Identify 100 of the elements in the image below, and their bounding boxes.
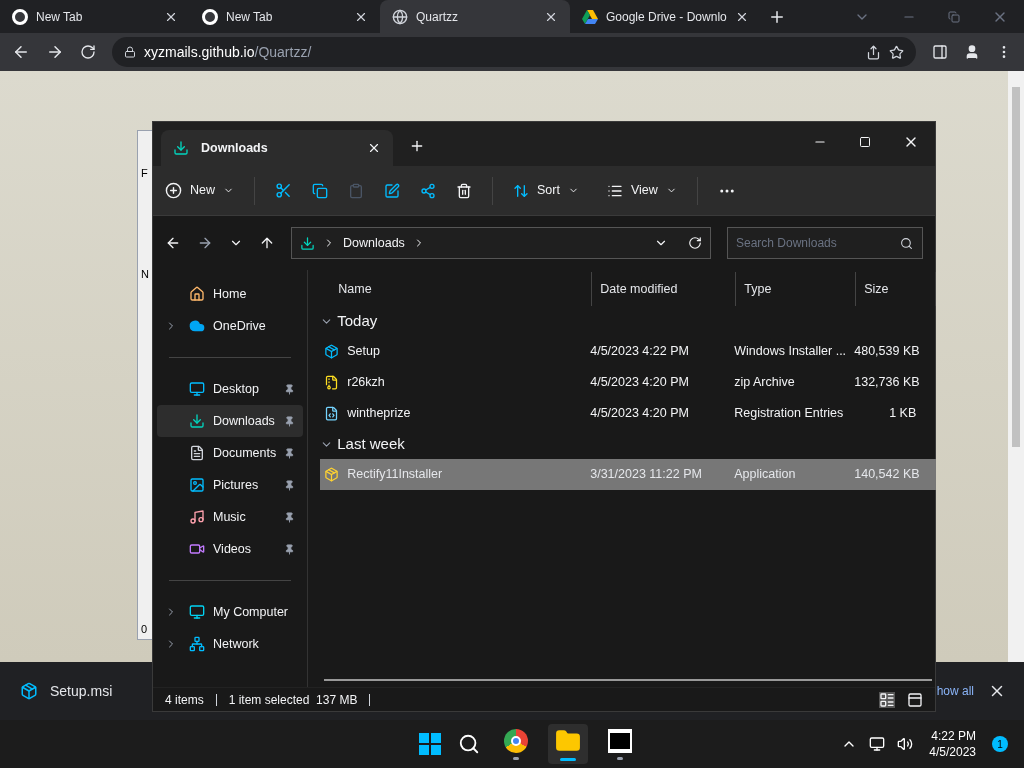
file-name: r26kzh (347, 374, 385, 392)
pin-icon[interactable] (284, 479, 296, 491)
taskbar-app[interactable] (547, 724, 588, 764)
rename-icon[interactable] (384, 182, 400, 199)
browser-tab[interactable]: New Tab (190, 0, 380, 33)
reload-icon[interactable] (80, 44, 96, 60)
group-header[interactable]: Today (320, 306, 937, 336)
pin-icon[interactable] (284, 415, 296, 427)
tiles-view-icon[interactable] (907, 691, 923, 708)
sidebar-item[interactable]: Documents (157, 437, 304, 469)
share-icon[interactable] (866, 44, 881, 60)
copy-icon[interactable] (312, 182, 328, 199)
sidebar-item[interactable]: Music (157, 501, 304, 533)
file-name: wintheprize (347, 405, 411, 423)
sidebar-item[interactable]: Home (157, 278, 304, 310)
folder-icon (554, 727, 581, 754)
sidebar-item[interactable]: Downloads (157, 405, 304, 437)
cut-icon[interactable] (275, 182, 292, 199)
up-icon[interactable] (259, 235, 275, 251)
table-cell-text: 140,542 KB (854, 466, 917, 484)
sidebar-item[interactable]: My Computer (157, 596, 304, 628)
back-icon[interactable] (12, 43, 30, 61)
browser-logo-icon (12, 8, 28, 25)
desktop-icon (189, 381, 205, 397)
globe-icon (392, 8, 408, 25)
picture-icon (189, 477, 205, 493)
sidebar-item[interactable]: Desktop (157, 373, 304, 405)
browser-logo-icon (202, 8, 218, 25)
pin-icon[interactable] (284, 511, 296, 523)
network-icon (189, 636, 205, 652)
star-icon[interactable] (889, 44, 904, 60)
details-view-icon[interactable] (879, 691, 895, 708)
status-text: 4 items (165, 691, 204, 709)
show-all-link[interactable]: how all (936, 682, 974, 700)
table-cell-text: 4/5/2023 4:22 PM (589, 343, 690, 361)
close-icon[interactable] (367, 141, 381, 155)
download-file-name[interactable]: Setup.msi (50, 680, 113, 702)
tab-title: New Tab (36, 8, 84, 26)
search-field[interactable]: Search Downloads (727, 227, 923, 259)
file-row[interactable]: Rectify11Installer 3/31/2023 11:22 PM Application 140,542 KB (320, 459, 937, 490)
sidebar-item[interactable]: Pictures (157, 469, 304, 501)
maximize-icon[interactable] (859, 136, 871, 148)
search-icon[interactable] (457, 733, 480, 755)
download-icon (300, 235, 315, 251)
table-cell-text: 480,539 KB (854, 343, 917, 361)
refresh-icon[interactable] (688, 236, 702, 250)
back-icon[interactable] (165, 235, 181, 251)
clock-time: 4:22 PM (931, 728, 976, 744)
window-text: N (141, 266, 150, 282)
pin-icon[interactable] (284, 543, 296, 555)
sort-button[interactable]: Sort (513, 181, 579, 200)
table-cell-text: 4/5/2023 4:20 PM (589, 405, 690, 423)
notification-badge[interactable]: 1 (992, 736, 1008, 752)
breadcrumb-item[interactable]: Downloads (343, 233, 405, 253)
column-header[interactable]: Name (320, 272, 593, 306)
new-button[interactable]: New (165, 181, 234, 200)
network-status-icon[interactable] (869, 736, 886, 752)
document-icon (189, 445, 205, 461)
table-cell-text: Windows Installer ... (733, 343, 848, 361)
delete-icon[interactable] (456, 182, 472, 199)
address-field[interactable]: xyzmails.github.io/Quartzz/ (112, 37, 916, 67)
sidebar-item[interactable]: Videos (157, 533, 304, 565)
column-header[interactable]: Size (856, 272, 937, 306)
forward-icon[interactable] (197, 235, 213, 251)
address-field[interactable]: Downloads (291, 227, 711, 259)
volume-icon[interactable] (897, 736, 914, 752)
pin-icon[interactable] (284, 383, 296, 395)
sidebar-item[interactable]: Network (157, 628, 304, 660)
clock-date: 4/5/2023 (929, 744, 976, 760)
table-cell-text: Registration Entries (733, 405, 845, 423)
column-header[interactable]: Type (736, 272, 857, 306)
file-row[interactable]: Setup 4/5/2023 4:22 PM Windows Installer ... 480,539 KB (320, 336, 937, 367)
file-name: Rectify11Installer (347, 466, 443, 484)
restore-icon[interactable] (948, 10, 960, 23)
share-icon[interactable] (420, 182, 436, 199)
group-header[interactable]: Last week (320, 429, 937, 459)
browser-tab[interactable]: Quartzz (380, 0, 570, 33)
start-icon[interactable] (417, 732, 442, 756)
side-panel-icon[interactable] (932, 44, 948, 60)
search-icon (900, 237, 913, 250)
lock-icon (124, 46, 136, 58)
sidebar-item[interactable]: OneDrive (157, 310, 304, 342)
browser-tab[interactable]: Google Drive - Downlo (570, 0, 760, 33)
tab-title: Quartzz (416, 8, 459, 26)
status-text: 1 item selected 137 MB (228, 691, 358, 709)
table-cell-text: 3/31/2023 11:22 PM (589, 466, 703, 484)
column-header[interactable]: Date modified (592, 272, 737, 306)
file-row[interactable]: wintheprize 4/5/2023 4:20 PM Registration Entries 1 KB (320, 398, 937, 429)
forward-icon[interactable] (46, 43, 64, 61)
browser-tab[interactable]: New Tab (0, 0, 190, 33)
profile-icon[interactable] (964, 44, 980, 60)
new-tab-icon[interactable] (409, 138, 425, 154)
pin-icon[interactable] (284, 447, 296, 459)
view-button[interactable]: View (606, 181, 677, 200)
explorer-tab[interactable]: Downloads (161, 130, 393, 166)
browser-logo-icon (503, 728, 528, 753)
table-cell-text: zip Archive (733, 374, 796, 392)
file-row[interactable]: r26kzh 4/5/2023 4:20 PM zip Archive 132,736 KB (320, 367, 937, 398)
application-icon (324, 467, 340, 482)
table-cell-text: 132,736 KB (854, 374, 917, 392)
